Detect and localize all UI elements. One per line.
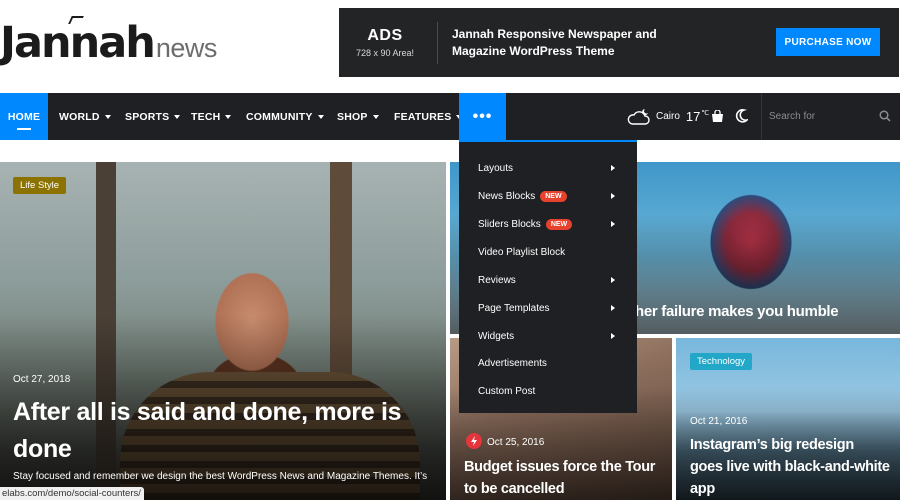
menu-item-page-templates[interactable]: Page Templates bbox=[478, 299, 628, 317]
logo-main-text: Jannah bbox=[0, 18, 156, 68]
category-badge-technology[interactable]: Technology bbox=[690, 353, 753, 370]
menu-item-news-blocks[interactable]: News Blocks NEW bbox=[478, 187, 628, 205]
nav-more-button[interactable]: ••• bbox=[459, 93, 506, 140]
post-title[interactable]: Budget issues force the Tour to be cance… bbox=[464, 456, 664, 500]
trending-flash-icon bbox=[466, 433, 482, 449]
search-box bbox=[761, 93, 900, 140]
post-title[interactable]: Instagram’s big redesign goes live with … bbox=[690, 434, 890, 500]
nav-tech-label: TECH bbox=[191, 110, 221, 123]
ad-title: ADS bbox=[367, 27, 403, 44]
post-date: Oct 21, 2016 bbox=[690, 416, 748, 427]
dark-mode-moon-icon[interactable] bbox=[735, 109, 748, 123]
weather-temp: 17 bbox=[685, 109, 701, 124]
caret-down-icon bbox=[372, 114, 379, 119]
menu-item-label: Advertisements bbox=[478, 357, 547, 369]
chevron-right-icon bbox=[611, 277, 615, 283]
menu-item-advertisements[interactable]: Advertisements bbox=[478, 354, 628, 372]
search-icon[interactable] bbox=[879, 110, 891, 122]
nav-item-features[interactable]: FEATURES bbox=[394, 93, 463, 140]
menu-item-label: News Blocks bbox=[478, 190, 536, 202]
new-badge: NEW bbox=[545, 218, 573, 230]
nav-sports-label: SPORTS bbox=[125, 110, 170, 123]
shopping-bag-icon[interactable] bbox=[711, 110, 724, 123]
menu-item-label: Reviews bbox=[478, 274, 516, 286]
menu-item-layouts[interactable]: Layouts bbox=[478, 159, 628, 177]
site-logo[interactable]: Jannah news bbox=[0, 16, 218, 68]
menu-item-label: Sliders Blocks bbox=[478, 218, 541, 230]
menu-item-label: Page Templates bbox=[478, 302, 550, 314]
menu-item-label: Widgets bbox=[478, 330, 515, 342]
nav-item-shop[interactable]: SHOP bbox=[337, 93, 379, 140]
post-date: Oct 25, 2016 bbox=[487, 437, 545, 448]
ad-text: Jannah Responsive Newspaper and Magazine… bbox=[452, 26, 657, 58]
featured-post-main[interactable]: Life Style Oct 27, 2018 After all is sai… bbox=[0, 162, 446, 500]
menu-item-video-playlist-block[interactable]: Video Playlist Block bbox=[478, 243, 628, 261]
menu-item-label: Layouts bbox=[478, 162, 514, 174]
nav-item-world[interactable]: WORLD bbox=[59, 93, 111, 140]
chevron-right-icon bbox=[611, 193, 615, 199]
post-date: Oct 27, 2018 bbox=[13, 374, 71, 385]
menu-item-sliders-blocks[interactable]: Sliders Blocks NEW bbox=[478, 215, 628, 233]
post-title[interactable]: After all is said and done, more is done bbox=[13, 394, 433, 468]
menu-item-custom-post[interactable]: Custom Post bbox=[478, 382, 628, 400]
nav-features-label: FEATURES bbox=[394, 110, 452, 123]
menu-item-reviews[interactable]: Reviews bbox=[478, 271, 628, 289]
nav-community-label: COMMUNITY bbox=[246, 110, 313, 123]
caret-down-icon bbox=[174, 114, 181, 119]
menu-item-widgets[interactable]: Widgets bbox=[478, 327, 628, 345]
featured-posts-grid: Life Style Oct 27, 2018 After all is sai… bbox=[0, 162, 900, 500]
chevron-right-icon bbox=[611, 333, 615, 339]
caret-down-icon bbox=[317, 114, 324, 119]
weather-city: Cairo bbox=[656, 111, 680, 122]
ad-size: 728 x 90 Area! bbox=[355, 48, 415, 58]
chevron-right-icon bbox=[611, 165, 615, 171]
purchase-now-button[interactable]: PURCHASE NOW bbox=[776, 28, 880, 56]
nav-item-tech[interactable]: TECH bbox=[191, 93, 232, 140]
nav-item-sports[interactable]: SPORTS bbox=[125, 93, 181, 140]
chevron-right-icon bbox=[611, 221, 615, 227]
ad-label-block: ADS 728 x 90 Area! bbox=[339, 27, 431, 58]
featured-post-bottom-right[interactable]: Technology Oct 21, 2016 Instagram’s big … bbox=[676, 338, 900, 500]
site-header: Jannah news ADS 728 x 90 Area! Jannah Re… bbox=[0, 0, 900, 93]
caret-down-icon bbox=[225, 114, 232, 119]
category-badge-life-style[interactable]: Life Style bbox=[13, 177, 67, 194]
nav-item-home[interactable]: HOME bbox=[0, 93, 48, 140]
status-bar-url: elabs.com/demo/social-counters/ bbox=[0, 487, 144, 500]
chevron-right-icon bbox=[611, 305, 615, 311]
post-title[interactable]: her failure makes you humble bbox=[635, 303, 839, 320]
post-excerpt: Stay focused and remember we design the … bbox=[13, 471, 428, 482]
nav-shop-label: SHOP bbox=[337, 110, 368, 123]
nav-item-community[interactable]: COMMUNITY bbox=[246, 93, 324, 140]
more-dots-icon: ••• bbox=[472, 107, 493, 125]
main-nav: HOME WORLD SPORTS TECH COMMUNITY SHOP FE… bbox=[0, 93, 900, 140]
search-input[interactable] bbox=[769, 111, 874, 122]
weather-unit: ℃ bbox=[701, 109, 710, 117]
caret-down-icon bbox=[104, 114, 111, 119]
logo-sub-text: news bbox=[155, 33, 218, 63]
nav-home-label: HOME bbox=[7, 110, 41, 123]
nav-world-label: WORLD bbox=[59, 110, 100, 123]
ad-banner[interactable]: ADS 728 x 90 Area! Jannah Responsive New… bbox=[339, 8, 899, 77]
menu-item-label: Custom Post bbox=[478, 385, 536, 397]
features-dropdown-menu: Layouts News Blocks NEW Sliders Blocks N… bbox=[459, 140, 637, 413]
menu-item-label: Video Playlist Block bbox=[478, 246, 566, 258]
weather-widget[interactable]: Cairo 17 ℃ bbox=[626, 93, 709, 140]
cloudy-night-icon bbox=[627, 108, 650, 125]
ad-divider bbox=[437, 21, 438, 64]
new-badge: NEW bbox=[540, 190, 567, 202]
